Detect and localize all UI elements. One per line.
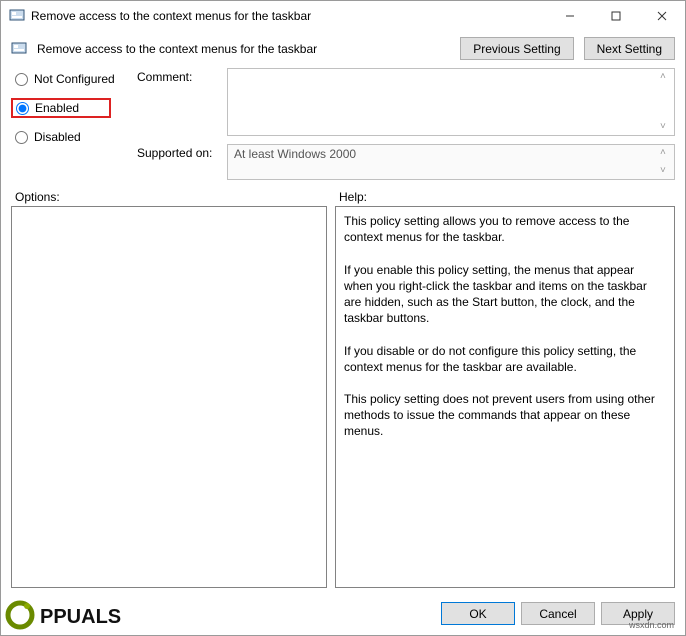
title-bar: Remove access to the context menus for t… bbox=[1, 1, 685, 31]
help-panel: This policy setting allows you to remove… bbox=[335, 206, 675, 588]
cancel-button[interactable]: Cancel bbox=[521, 602, 595, 625]
close-button[interactable] bbox=[639, 1, 685, 31]
radio-not-configured-input[interactable] bbox=[15, 73, 28, 86]
radio-not-configured-label: Not Configured bbox=[34, 72, 115, 86]
radio-enabled[interactable]: Enabled bbox=[11, 98, 111, 118]
state-radios: Not Configured Enabled Disabled bbox=[11, 70, 129, 180]
supported-box: At least Windows 2000 ˄˅ bbox=[227, 144, 675, 180]
supported-value: At least Windows 2000 bbox=[234, 147, 356, 161]
previous-setting-button[interactable]: Previous Setting bbox=[460, 37, 573, 60]
radio-enabled-label: Enabled bbox=[35, 101, 79, 115]
maximize-button[interactable] bbox=[593, 1, 639, 31]
next-setting-button[interactable]: Next Setting bbox=[584, 37, 675, 60]
radio-enabled-input[interactable] bbox=[16, 102, 29, 115]
comment-input[interactable] bbox=[228, 69, 674, 135]
right-column: Comment: ˄˅ Supported on: At least Windo… bbox=[137, 68, 675, 180]
comment-row: Comment: ˄˅ bbox=[137, 68, 675, 136]
options-panel bbox=[11, 206, 327, 588]
config-area: Not Configured Enabled Disabled Comment:… bbox=[1, 70, 685, 186]
apply-button[interactable]: Apply bbox=[601, 602, 675, 625]
comment-box-container: ˄˅ bbox=[227, 68, 675, 136]
dialog-footer: OK Cancel Apply bbox=[1, 594, 685, 635]
radio-disabled-label: Disabled bbox=[34, 130, 81, 144]
policy-title: Remove access to the context menus for t… bbox=[37, 42, 450, 56]
panels: This policy setting allows you to remove… bbox=[1, 206, 685, 594]
help-label: Help: bbox=[339, 190, 367, 204]
section-labels: Options: Help: bbox=[1, 186, 685, 206]
supported-scrollbar[interactable]: ˄˅ bbox=[660, 148, 672, 176]
minimize-button[interactable] bbox=[547, 1, 593, 31]
options-label: Options: bbox=[15, 190, 339, 204]
comment-scrollbar[interactable]: ˄˅ bbox=[660, 72, 672, 132]
supported-label: Supported on: bbox=[137, 144, 219, 160]
app-icon bbox=[9, 8, 25, 24]
comment-label: Comment: bbox=[137, 68, 219, 84]
supported-row: Supported on: At least Windows 2000 ˄˅ bbox=[137, 144, 675, 180]
policy-icon bbox=[11, 41, 27, 57]
title-text: Remove access to the context menus for t… bbox=[31, 9, 547, 23]
dialog-window: Remove access to the context menus for t… bbox=[0, 0, 686, 636]
window-controls bbox=[547, 1, 685, 31]
radio-disabled[interactable]: Disabled bbox=[11, 128, 129, 146]
ok-button[interactable]: OK bbox=[441, 602, 515, 625]
radio-disabled-input[interactable] bbox=[15, 131, 28, 144]
header-row: Remove access to the context menus for t… bbox=[1, 31, 685, 70]
radio-not-configured[interactable]: Not Configured bbox=[11, 70, 129, 88]
